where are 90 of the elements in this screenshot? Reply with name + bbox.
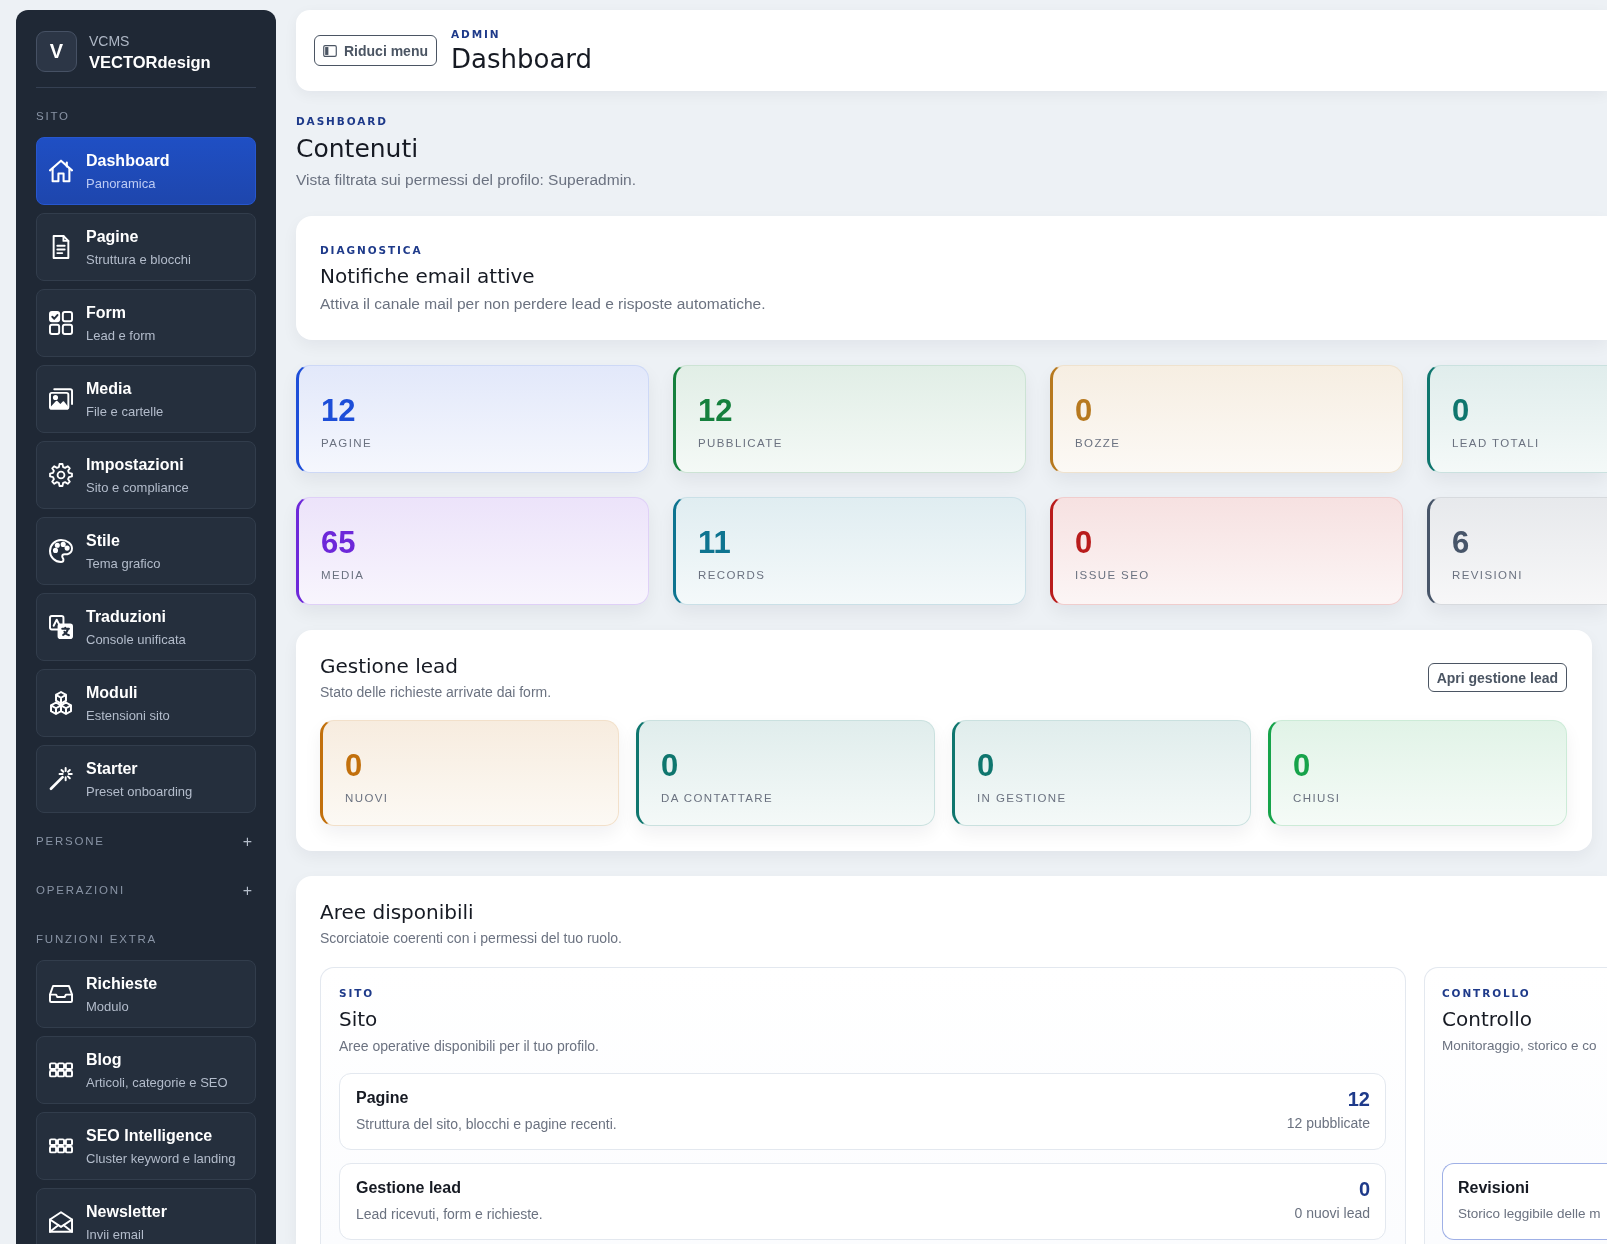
stat-label: CHIUSI	[1293, 791, 1342, 805]
card-subtitle: Stato delle richieste arrivate dai form.	[320, 683, 552, 702]
stat-label: BOZZE	[1075, 436, 1122, 450]
stat-label: MEDIA	[321, 568, 366, 582]
panel-title: Sito	[339, 1006, 379, 1032]
stat-value: 0	[345, 748, 364, 784]
cubes-icon	[49, 691, 73, 715]
shortcut-title: Pagine	[356, 1088, 410, 1108]
stat-value: 6	[1452, 525, 1471, 561]
stat-value: 0	[1293, 748, 1312, 784]
stat-label: DA CONTATTARE	[661, 791, 775, 805]
shortcut-text: Storico leggibile delle m	[1458, 1205, 1601, 1223]
envelope-icon	[49, 1210, 73, 1234]
sidebar-item[interactable]: Dashboard Panoramica	[36, 137, 256, 205]
notice-eyebrow: DIAGNOSTICA	[320, 243, 424, 257]
sidebar-item[interactable]: Blog Articoli, categorie e SEO	[36, 1036, 256, 1104]
shortcut-title: Revisioni	[1458, 1178, 1531, 1198]
palette-icon	[49, 539, 73, 563]
stat-value: 11	[698, 525, 732, 561]
sidebar-item[interactable]: Traduzioni Console unificata	[36, 593, 256, 661]
section-label: FUNZIONI EXTRA	[36, 932, 158, 947]
stat-value: 65	[321, 525, 357, 561]
stat-value: 0	[1075, 393, 1094, 429]
images-icon	[49, 387, 73, 411]
shortcut-card[interactable]: Revisioni Storico leggibile delle m	[1442, 1163, 1607, 1240]
stat-value: 12	[698, 393, 734, 429]
notice-title: Notifiche email attive	[320, 263, 536, 290]
sidebar-panel-icon	[323, 44, 337, 57]
shortcut-note: 0 nuovi lead	[1294, 1204, 1370, 1223]
panel-title: Controllo	[1442, 1006, 1534, 1032]
stat-label: PAGINE	[321, 436, 373, 450]
magic-wand-icon	[49, 767, 73, 791]
sidebar-item[interactable]: Newsletter Invii email	[36, 1188, 256, 1244]
stat-value: 12	[321, 393, 357, 429]
section-label: OPERAZIONI	[36, 883, 125, 898]
panel-subtitle: Aree operative disponibili per il tuo profilo.	[339, 1037, 600, 1056]
shortcut-count: 0	[1357, 1178, 1370, 1200]
page-title: Dashboard	[451, 42, 593, 75]
brand-logo: V	[36, 31, 77, 72]
stat-label: RECORDS	[698, 568, 767, 582]
expand-toggle[interactable]: +	[238, 834, 256, 849]
stat-value: 0	[1452, 393, 1471, 429]
section-heading: Contenuti	[296, 133, 420, 165]
shortcut-title: Gestione lead	[356, 1178, 462, 1198]
open-leads-button[interactable]: Apri gestione lead	[1427, 663, 1567, 692]
section-subtitle: Vista filtrata sui permessi del profilo: Superadmin.	[296, 170, 637, 190]
sidebar-item[interactable]: Stile Tema grafico	[36, 517, 256, 585]
section-eyebrow: DASHBOARD	[296, 114, 389, 128]
page-eyebrow: ADMIN	[451, 26, 502, 41]
inbox-icon	[49, 982, 73, 1006]
card-title: Gestione lead	[320, 653, 459, 679]
sidebar-item[interactable]: Impostazioni Sito e compliance	[36, 441, 256, 509]
expand-toggle[interactable]: +	[238, 883, 256, 898]
section-label: PERSONE	[36, 834, 105, 849]
stat-label: REVISIONI	[1452, 568, 1524, 582]
checkbox-grid-icon	[49, 311, 73, 335]
panel-subtitle: Monitoraggio, storico e co	[1442, 1037, 1598, 1055]
gear-icon	[49, 463, 73, 487]
sidebar-item[interactable]: Moduli Estensioni sito	[36, 669, 256, 737]
sidebar-item[interactable]: Richieste Modulo	[36, 960, 256, 1028]
shortcut-note: 12 pubblicate	[1286, 1114, 1370, 1133]
card-subtitle: Scorciatoie coerenti con i permessi del tuo ruolo.	[320, 929, 623, 948]
panel-eyebrow: SITO	[339, 986, 376, 1000]
shortcut-card[interactable]: Pagine Struttura del sito, blocchi e pagine recenti. 12 12 pubblicate	[339, 1073, 1386, 1150]
stat-label: IN GESTIONE	[977, 791, 1068, 805]
brand-title: VECTORdesign	[89, 51, 211, 72]
sidebar-item[interactable]: Pagine Struttura e blocchi	[36, 213, 256, 281]
house-icon	[49, 159, 73, 183]
card-title: Aree disponibili	[320, 899, 475, 925]
collapse-menu-button[interactable]: Riduci menu	[314, 35, 437, 66]
sidebar-item[interactable]: SEO Intelligence Cluster keyword e landing	[36, 1112, 256, 1180]
notice-text: Attiva il canale mail per non perdere lead e risposte automatiche.	[320, 294, 767, 314]
shortcut-card[interactable]: Gestione lead Lead ricevuti, form e richieste. 0 0 nuovi lead	[339, 1163, 1386, 1240]
stat-label: LEAD TOTALI	[1452, 436, 1541, 450]
sidebar-item[interactable]: Starter Preset onboarding	[36, 745, 256, 813]
stat-label: ISSUE SEO	[1075, 568, 1151, 582]
translation-icon	[49, 615, 73, 639]
shortcut-text: Struttura del sito, blocchi e pagine recenti.	[356, 1115, 617, 1134]
stat-value: 0	[661, 748, 680, 784]
sidebar-item[interactable]: Media File e cartelle	[36, 365, 256, 433]
stat-value: 0	[1075, 525, 1094, 561]
shortcut-count: 12	[1346, 1088, 1370, 1110]
panel-eyebrow: CONTROLLO	[1442, 986, 1532, 1000]
brand-name: VCMS	[89, 31, 131, 50]
stat-value: 0	[977, 748, 996, 784]
sidebar-item[interactable]: Form Lead e form	[36, 289, 256, 357]
shortcut-text: Lead ricevuti, form e richieste.	[356, 1205, 543, 1224]
section-label: SITO	[36, 109, 70, 124]
stat-label: NUOVI	[345, 791, 390, 805]
stat-label: PUBBLICATE	[698, 436, 784, 450]
